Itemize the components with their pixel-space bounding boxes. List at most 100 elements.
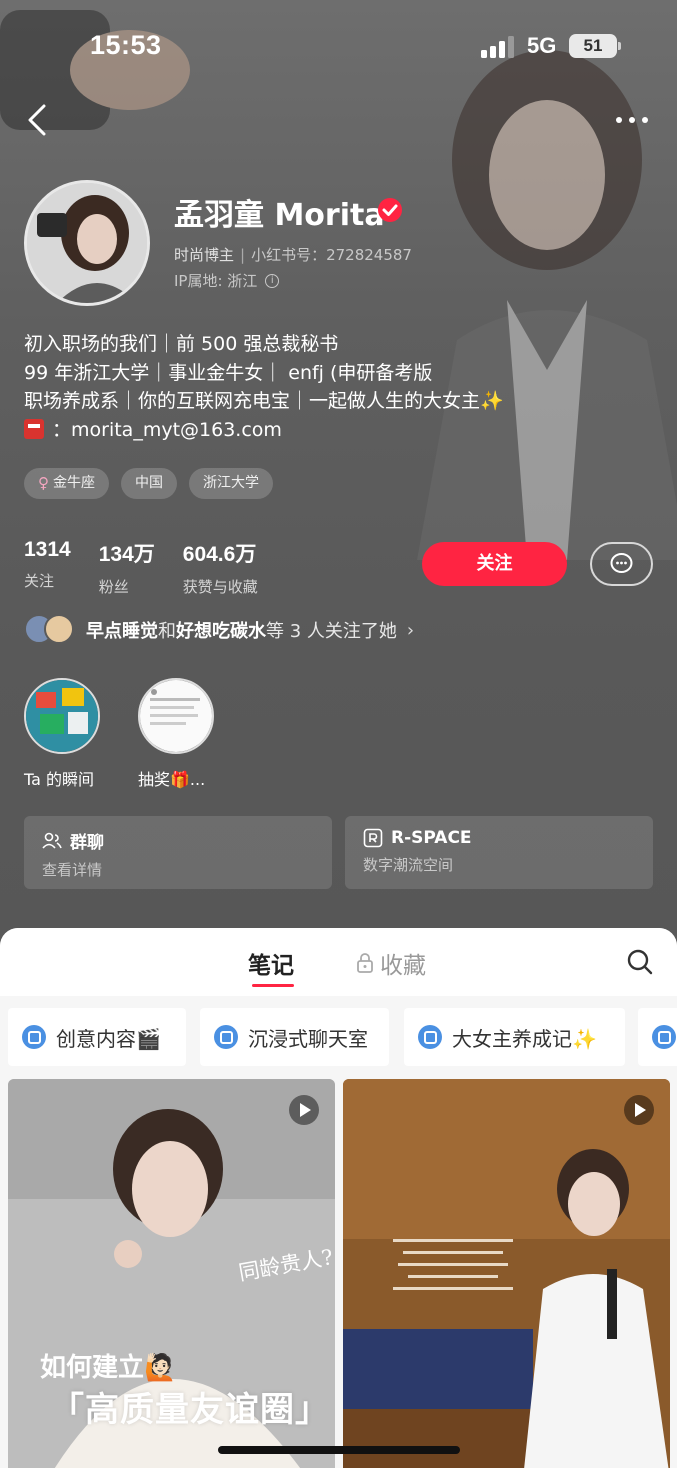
follow-button[interactable]: 关注: [422, 542, 567, 586]
more-options-icon[interactable]: [612, 108, 652, 132]
moment-item[interactable]: 抽奖🎁...: [138, 678, 214, 790]
profile-header: [0, 0, 677, 930]
note-overlay-title: 「高质量友谊圈」: [50, 1390, 330, 1430]
female-icon: ♀: [38, 474, 49, 492]
r-space-icon: [363, 828, 383, 848]
mutual-avatar: [44, 614, 74, 644]
tab-notes[interactable]: 笔记: [248, 946, 294, 980]
stat-number: 134万: [98, 543, 155, 566]
note-card[interactable]: 同龄贵人? 如何建立🙋🏻 「高质量友谊圈」: [8, 1079, 335, 1468]
mailbox-icon: [24, 418, 44, 439]
moment-image: [140, 680, 212, 752]
profile-meta: 时尚博主 | 小红书号：272824587: [174, 244, 412, 265]
tab-favorites[interactable]: 收藏: [356, 946, 426, 980]
chip-creative[interactable]: 创意内容🎬: [8, 1008, 186, 1066]
bio-email: ：morita_myt@163.com: [52, 418, 282, 441]
meta-divider: |: [240, 246, 246, 264]
chip-label: 沉浸式聊天室: [248, 1026, 368, 1051]
collection-chips: 创意内容🎬 沉浸式聊天室 大女主养成记✨: [0, 1008, 677, 1066]
active-tab-indicator: [252, 984, 294, 987]
profile-tags: ♀ 金牛座 中国 浙江大学: [24, 468, 273, 499]
chip-chatroom[interactable]: 沉浸式聊天室: [200, 1008, 389, 1066]
moment-thumbnail: [138, 678, 214, 754]
avatar[interactable]: [24, 180, 150, 306]
tag-school[interactable]: 浙江大学: [189, 468, 273, 499]
bio-line: 职场养成系｜你的互联网充电宝｜一起做人生的大女主✨: [24, 390, 504, 412]
tag-zodiac[interactable]: ♀ 金牛座: [24, 468, 109, 499]
collection-icon: [214, 1025, 238, 1049]
content-sheet: 笔记 收藏 创意内容🎬 沉浸式聊天室 大女主养成记✨ 同龄贵人? 如何建立🙋🏻 …: [0, 928, 677, 1468]
message-button[interactable]: [590, 542, 653, 586]
search-icon[interactable]: [626, 948, 654, 976]
collection-icon: [652, 1025, 676, 1049]
card-title: R-SPACE: [391, 828, 472, 848]
battery-icon: 51: [569, 34, 617, 58]
info-icon[interactable]: i: [265, 273, 280, 288]
r-space-card[interactable]: R-SPACE 数字潮流空间: [345, 816, 653, 889]
mutual-user: 早点睡觉: [86, 621, 158, 642]
profile-id[interactable]: 小红书号：272824587: [251, 246, 412, 264]
bio-email-line: ：morita_myt@163.com: [24, 416, 504, 445]
tag-label: 浙江大学: [203, 475, 259, 491]
cellular-signal-icon: [481, 36, 514, 58]
moment-thumbnail: [24, 678, 100, 754]
card-subtitle: 数字潮流空间: [363, 856, 454, 874]
battery-tip: [618, 42, 621, 50]
chip-label: 创意内容🎬: [56, 1026, 161, 1051]
note-card[interactable]: [343, 1079, 670, 1468]
chip-label: 大女主养成记✨: [452, 1026, 597, 1051]
tab-bar: 笔记 收藏: [0, 928, 677, 996]
stat-number: 604.6万: [182, 543, 257, 566]
status-time: 15:53: [90, 30, 162, 60]
stat-followers[interactable]: 134万 粉丝: [99, 538, 155, 597]
avatar-image: [27, 183, 147, 303]
tag-country[interactable]: 中国: [121, 468, 177, 499]
ip-label: IP属地: 浙江: [174, 272, 258, 290]
tag-label: 中国: [135, 475, 163, 491]
moment-label: 抽奖🎁...: [138, 770, 206, 789]
profile-bio: 初入职场的我们｜前 500 强总裁秘书 99 年浙江大学｜事业金牛女｜ enfj…: [24, 330, 504, 444]
lock-icon: [357, 953, 373, 973]
moment-label: Ta 的瞬间: [24, 770, 95, 789]
collection-icon: [22, 1025, 46, 1049]
stat-label: 关注: [24, 572, 55, 590]
collection-icon: [418, 1025, 442, 1049]
video-play-icon: [624, 1095, 654, 1125]
mutual-followers[interactable]: 早点睡觉 和 好想吃碳水 等 3 人关注了她 ›: [24, 614, 414, 646]
ip-location: IP属地: 浙江 i: [174, 270, 280, 291]
profile-name: 孟羽童 Morita: [174, 198, 385, 233]
profile-stats: 1314 关注 134万 粉丝 604.6万 获赞与收藏: [24, 538, 258, 597]
back-arrow-icon[interactable]: [24, 102, 54, 138]
bio-line: 99 年浙江大学｜事业金牛女｜ enfj (申研备考版: [24, 361, 433, 384]
note-cover-image: [343, 1079, 670, 1468]
network-type: 5G: [527, 33, 557, 58]
group-chat-icon: [42, 832, 62, 849]
mutual-avatars: [24, 614, 76, 646]
chevron-right-icon: ›: [406, 619, 415, 641]
feature-cards: 群聊 查看详情 R-SPACE 数字潮流空间: [24, 816, 653, 889]
stat-number: 1314: [24, 538, 71, 561]
stat-following[interactable]: 1314 关注: [24, 538, 71, 597]
chip-growth[interactable]: 大女主养成记✨: [404, 1008, 625, 1066]
home-indicator[interactable]: [218, 1446, 460, 1454]
mutual-and: 和: [158, 621, 176, 642]
card-title: 群聊: [70, 833, 104, 853]
moment-item[interactable]: Ta 的瞬间: [24, 678, 100, 790]
video-play-icon: [289, 1095, 319, 1125]
stat-label: 粉丝: [98, 578, 129, 596]
moments-row: Ta 的瞬间 抽奖🎁...: [24, 678, 214, 790]
moment-image: [26, 680, 98, 752]
stat-likes[interactable]: 604.6万 获赞与收藏: [183, 538, 258, 597]
mutual-suffix: 等 3 人关注了她: [266, 621, 397, 642]
chip-more[interactable]: [638, 1008, 677, 1066]
card-subtitle: 查看详情: [42, 861, 103, 879]
status-bar: 15:53 5G 51: [0, 0, 677, 92]
group-chat-card[interactable]: 群聊 查看详情: [24, 816, 332, 889]
chat-bubble-icon: [610, 553, 633, 573]
note-overlay-text: 如何建立🙋🏻: [40, 1353, 177, 1383]
verified-badge-icon: [378, 198, 402, 222]
tab-label: 收藏: [380, 953, 426, 979]
tag-label: 金牛座: [53, 475, 95, 491]
stat-label: 获赞与收藏: [182, 578, 258, 596]
bio-line: 初入职场的我们｜前 500 强总裁秘书: [24, 333, 339, 355]
